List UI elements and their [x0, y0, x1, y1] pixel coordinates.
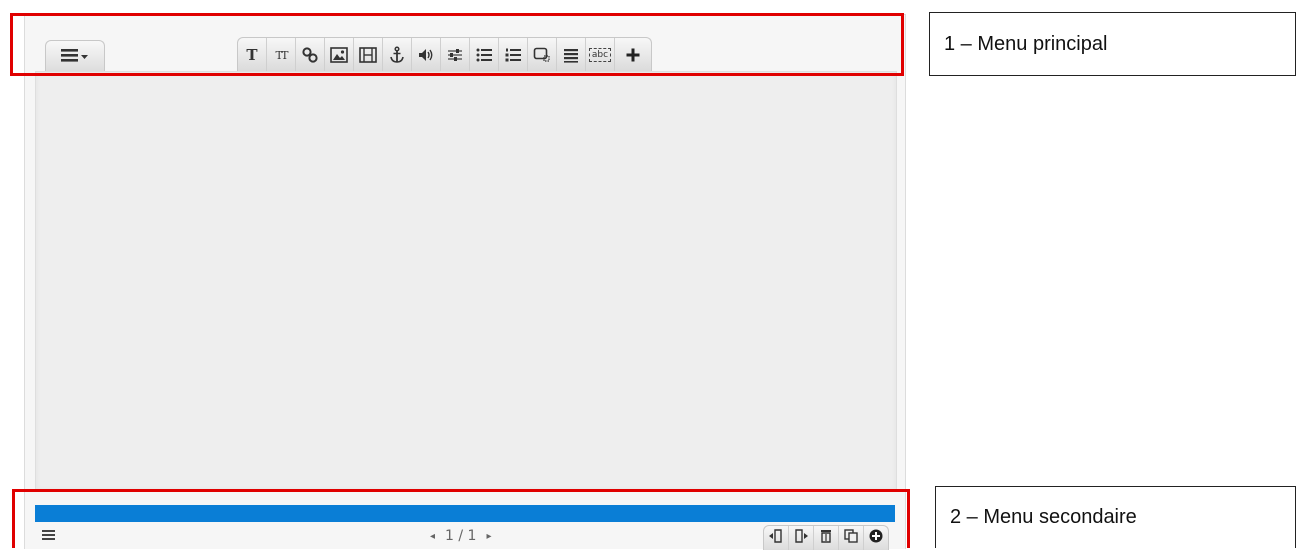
secondary-menu-highlight	[12, 489, 910, 548]
callout-main-menu: 1 – Menu principal	[929, 12, 1296, 76]
callout-main-menu-label: 1 – Menu principal	[944, 32, 1108, 55]
callout-secondary-menu-label: 2 – Menu secondaire	[950, 506, 1137, 528]
page-canvas[interactable]	[35, 71, 897, 491]
editor-frame: T TT abc ◂ 1 / 1 ▸	[24, 14, 906, 550]
main-menu-highlight	[10, 13, 904, 76]
callout-secondary-menu: 2 – Menu secondaire	[935, 486, 1296, 548]
